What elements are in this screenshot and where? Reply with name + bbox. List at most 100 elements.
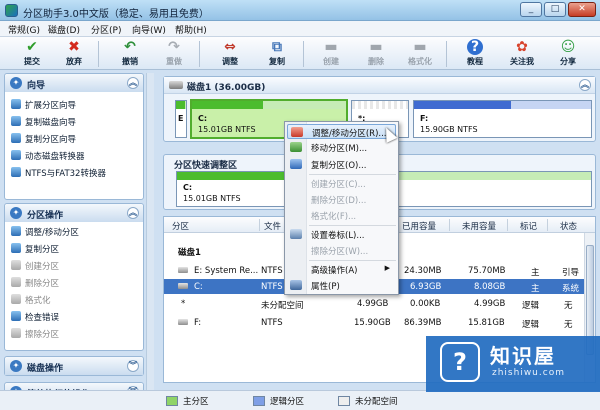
column-header-used[interactable]: 已用容量 bbox=[402, 220, 436, 232]
sidebar-item-copy-partition[interactable]: 复制分区 bbox=[11, 243, 59, 257]
menu-item-delete[interactable]: 删除分区(D)... bbox=[287, 192, 396, 207]
sidebar-item-resize-move[interactable]: 调整/移动分区 bbox=[11, 226, 79, 240]
menu-item-set-label[interactable]: 设置卷标(L)... bbox=[287, 227, 396, 242]
menu-partition[interactable]: 分区(P) bbox=[91, 23, 121, 36]
menu-item-create[interactable]: 创建分区(C)... bbox=[287, 176, 396, 191]
copy-disk-icon: ⧉ bbox=[272, 39, 282, 55]
format-button[interactable]: ▬ 格式化 bbox=[399, 39, 441, 69]
menu-item-properties[interactable]: 属性(P) bbox=[287, 278, 396, 293]
partition-ops-panel: ✦ 分区操作 ︽ 调整/移动分区 复制分区 创建分区 删除分区 格式化 检查错误… bbox=[4, 203, 144, 351]
discard-x-icon: ✖ bbox=[68, 39, 80, 55]
close-button[interactable]: ✕ bbox=[568, 2, 596, 17]
toolbar-divider bbox=[98, 41, 99, 67]
convert-icon bbox=[11, 167, 21, 177]
share-icon: ☺ bbox=[560, 39, 576, 55]
sidebar-item-ntfs-fat32[interactable]: NTFS与FAT32转换器 bbox=[11, 167, 106, 181]
column-header-filesystem[interactable]: 文件 bbox=[264, 220, 281, 232]
column-header-unused[interactable]: 未用容量 bbox=[462, 220, 496, 232]
partition-block-f[interactable]: F: 15.90GB NTFS bbox=[413, 100, 592, 138]
disk-map-header: 磁盘1 (36.00GB) ︽ bbox=[164, 77, 595, 94]
wizard-panel: ✦ 向导 ︽ 扩展分区向导 复制磁盘向导 复制分区向导 动态磁盘转换器 NTFS… bbox=[4, 73, 144, 200]
sidebar-item-wipe-partition[interactable]: 擦除分区 bbox=[11, 328, 59, 342]
menu-item-move[interactable]: 移动分区(M)... bbox=[287, 140, 396, 155]
tutorial-button[interactable]: ? 教程 bbox=[454, 39, 496, 69]
menu-separator bbox=[309, 225, 396, 226]
undo-button[interactable]: ↶ 撤销 bbox=[109, 39, 151, 69]
usage-fill bbox=[414, 101, 512, 109]
toolbar-divider bbox=[303, 41, 304, 67]
partition-block-e[interactable]: E bbox=[175, 100, 187, 138]
copy-icon bbox=[11, 243, 21, 253]
menu-item-resize-move[interactable]: 调整/移动分区(R)... bbox=[287, 124, 396, 139]
disk-ops-icon: ✦ bbox=[10, 360, 22, 372]
table-row[interactable]: * 未分配空间 4.99GB 0.00KB 4.99GB 逻辑 无 bbox=[164, 296, 595, 311]
menu-wizard[interactable]: 向导(W) bbox=[132, 23, 166, 36]
wizard-panel-header[interactable]: ✦ 向导 ︽ bbox=[5, 74, 143, 92]
sidebar-item-extend-wizard[interactable]: 扩展分区向导 bbox=[11, 99, 76, 113]
menu-item-copy[interactable]: 复制分区(O)... bbox=[287, 157, 396, 172]
redo-button[interactable]: ↷ 重做 bbox=[153, 39, 195, 69]
partition-ops-header[interactable]: ✦ 分区操作 ︽ bbox=[5, 204, 143, 222]
dynamic-disk-icon bbox=[11, 150, 21, 160]
share-button[interactable]: ☺ 分享 bbox=[547, 39, 589, 69]
extend-icon bbox=[11, 99, 21, 109]
format-icon bbox=[11, 294, 21, 304]
menu-item-wipe[interactable]: 擦除分区(W)... bbox=[287, 243, 396, 258]
column-header-flag[interactable]: 标记 bbox=[520, 220, 537, 232]
sidebar-item-format[interactable]: 格式化 bbox=[11, 294, 51, 308]
column-header-status[interactable]: 状态 bbox=[560, 220, 577, 232]
check-icon: ✔ bbox=[26, 39, 38, 55]
properties-icon bbox=[290, 280, 302, 290]
label-icon bbox=[290, 229, 302, 239]
collapse-icon[interactable]: ︽ bbox=[127, 77, 139, 89]
sidebar-splitter[interactable] bbox=[146, 73, 154, 410]
expand-icon[interactable]: ︾ bbox=[127, 360, 139, 372]
table-row[interactable]: F: NTFS 15.90GB 86.39MB 15.81GB 逻辑 无 bbox=[164, 315, 595, 330]
menu-disk[interactable]: 磁盘(D) bbox=[48, 23, 80, 36]
check-errors-icon bbox=[11, 311, 21, 321]
watermark-badge-icon bbox=[440, 342, 480, 382]
sidebar-item-create-partition[interactable]: 创建分区 bbox=[11, 260, 59, 274]
menu-bar: 常规(G) 磁盘(D) 分区(P) 向导(W) 帮助(H) bbox=[0, 21, 600, 37]
resize-disk-icon: ⇔ bbox=[224, 39, 236, 55]
discard-button[interactable]: ✖ 放弃 bbox=[53, 39, 95, 69]
copy-partition-icon bbox=[11, 133, 21, 143]
create-icon bbox=[11, 260, 21, 270]
wipe-icon bbox=[11, 328, 21, 338]
usage-fill bbox=[192, 101, 263, 109]
copy-button[interactable]: ⧉ 复制 bbox=[256, 39, 298, 69]
sidebar-item-dynamic-disk[interactable]: 动态磁盘转换器 bbox=[11, 150, 85, 164]
commit-button[interactable]: ✔ 提交 bbox=[11, 39, 53, 69]
undo-icon: ↶ bbox=[124, 39, 136, 55]
follow-icon: ✿ bbox=[516, 39, 528, 55]
sidebar-item-check-errors[interactable]: 检查错误 bbox=[11, 311, 59, 325]
sidebar-item-delete-partition[interactable]: 删除分区 bbox=[11, 277, 59, 291]
toolbar-divider bbox=[446, 41, 447, 67]
maximize-button[interactable]: □ bbox=[544, 2, 566, 17]
resize-icon bbox=[291, 127, 303, 137]
create-disk-icon: ▬ bbox=[324, 39, 338, 55]
follow-button[interactable]: ✿ 关注我 bbox=[501, 39, 543, 69]
column-header-partition[interactable]: 分区 bbox=[172, 220, 189, 232]
submenu-arrow-icon: ▶ bbox=[384, 264, 390, 272]
delete-disk-icon: ▬ bbox=[369, 39, 383, 55]
disk-ops-panel: ✦ 磁盘操作 ︾ bbox=[4, 356, 144, 376]
legend-logical: 逻辑分区 bbox=[253, 395, 304, 407]
sidebar-item-copy-partition-wizard[interactable]: 复制分区向导 bbox=[11, 133, 76, 147]
menu-help[interactable]: 帮助(H) bbox=[175, 23, 207, 36]
sidebar-item-copy-disk-wizard[interactable]: 复制磁盘向导 bbox=[11, 116, 76, 130]
menu-item-advanced[interactable]: 高级操作(A) ▶ bbox=[287, 262, 396, 277]
minimize-button[interactable]: _ bbox=[520, 2, 542, 17]
collapse-icon[interactable]: ︽ bbox=[127, 207, 139, 219]
resize-button[interactable]: ⇔ 调整 bbox=[209, 39, 251, 69]
disk-ops-header[interactable]: ✦ 磁盘操作 ︾ bbox=[5, 357, 143, 375]
collapse-icon[interactable]: ︽ bbox=[579, 79, 591, 91]
delete-icon bbox=[11, 277, 21, 287]
drive-icon bbox=[178, 319, 188, 325]
menu-general[interactable]: 常规(G) bbox=[8, 23, 40, 36]
menu-item-format[interactable]: 格式化(F)... bbox=[287, 208, 396, 223]
wizard-icon: ✦ bbox=[10, 77, 22, 89]
partition-ops-icon: ✦ bbox=[10, 207, 22, 219]
delete-button[interactable]: ▬ 删除 bbox=[355, 39, 397, 69]
create-button[interactable]: ▬ 创建 bbox=[310, 39, 352, 69]
